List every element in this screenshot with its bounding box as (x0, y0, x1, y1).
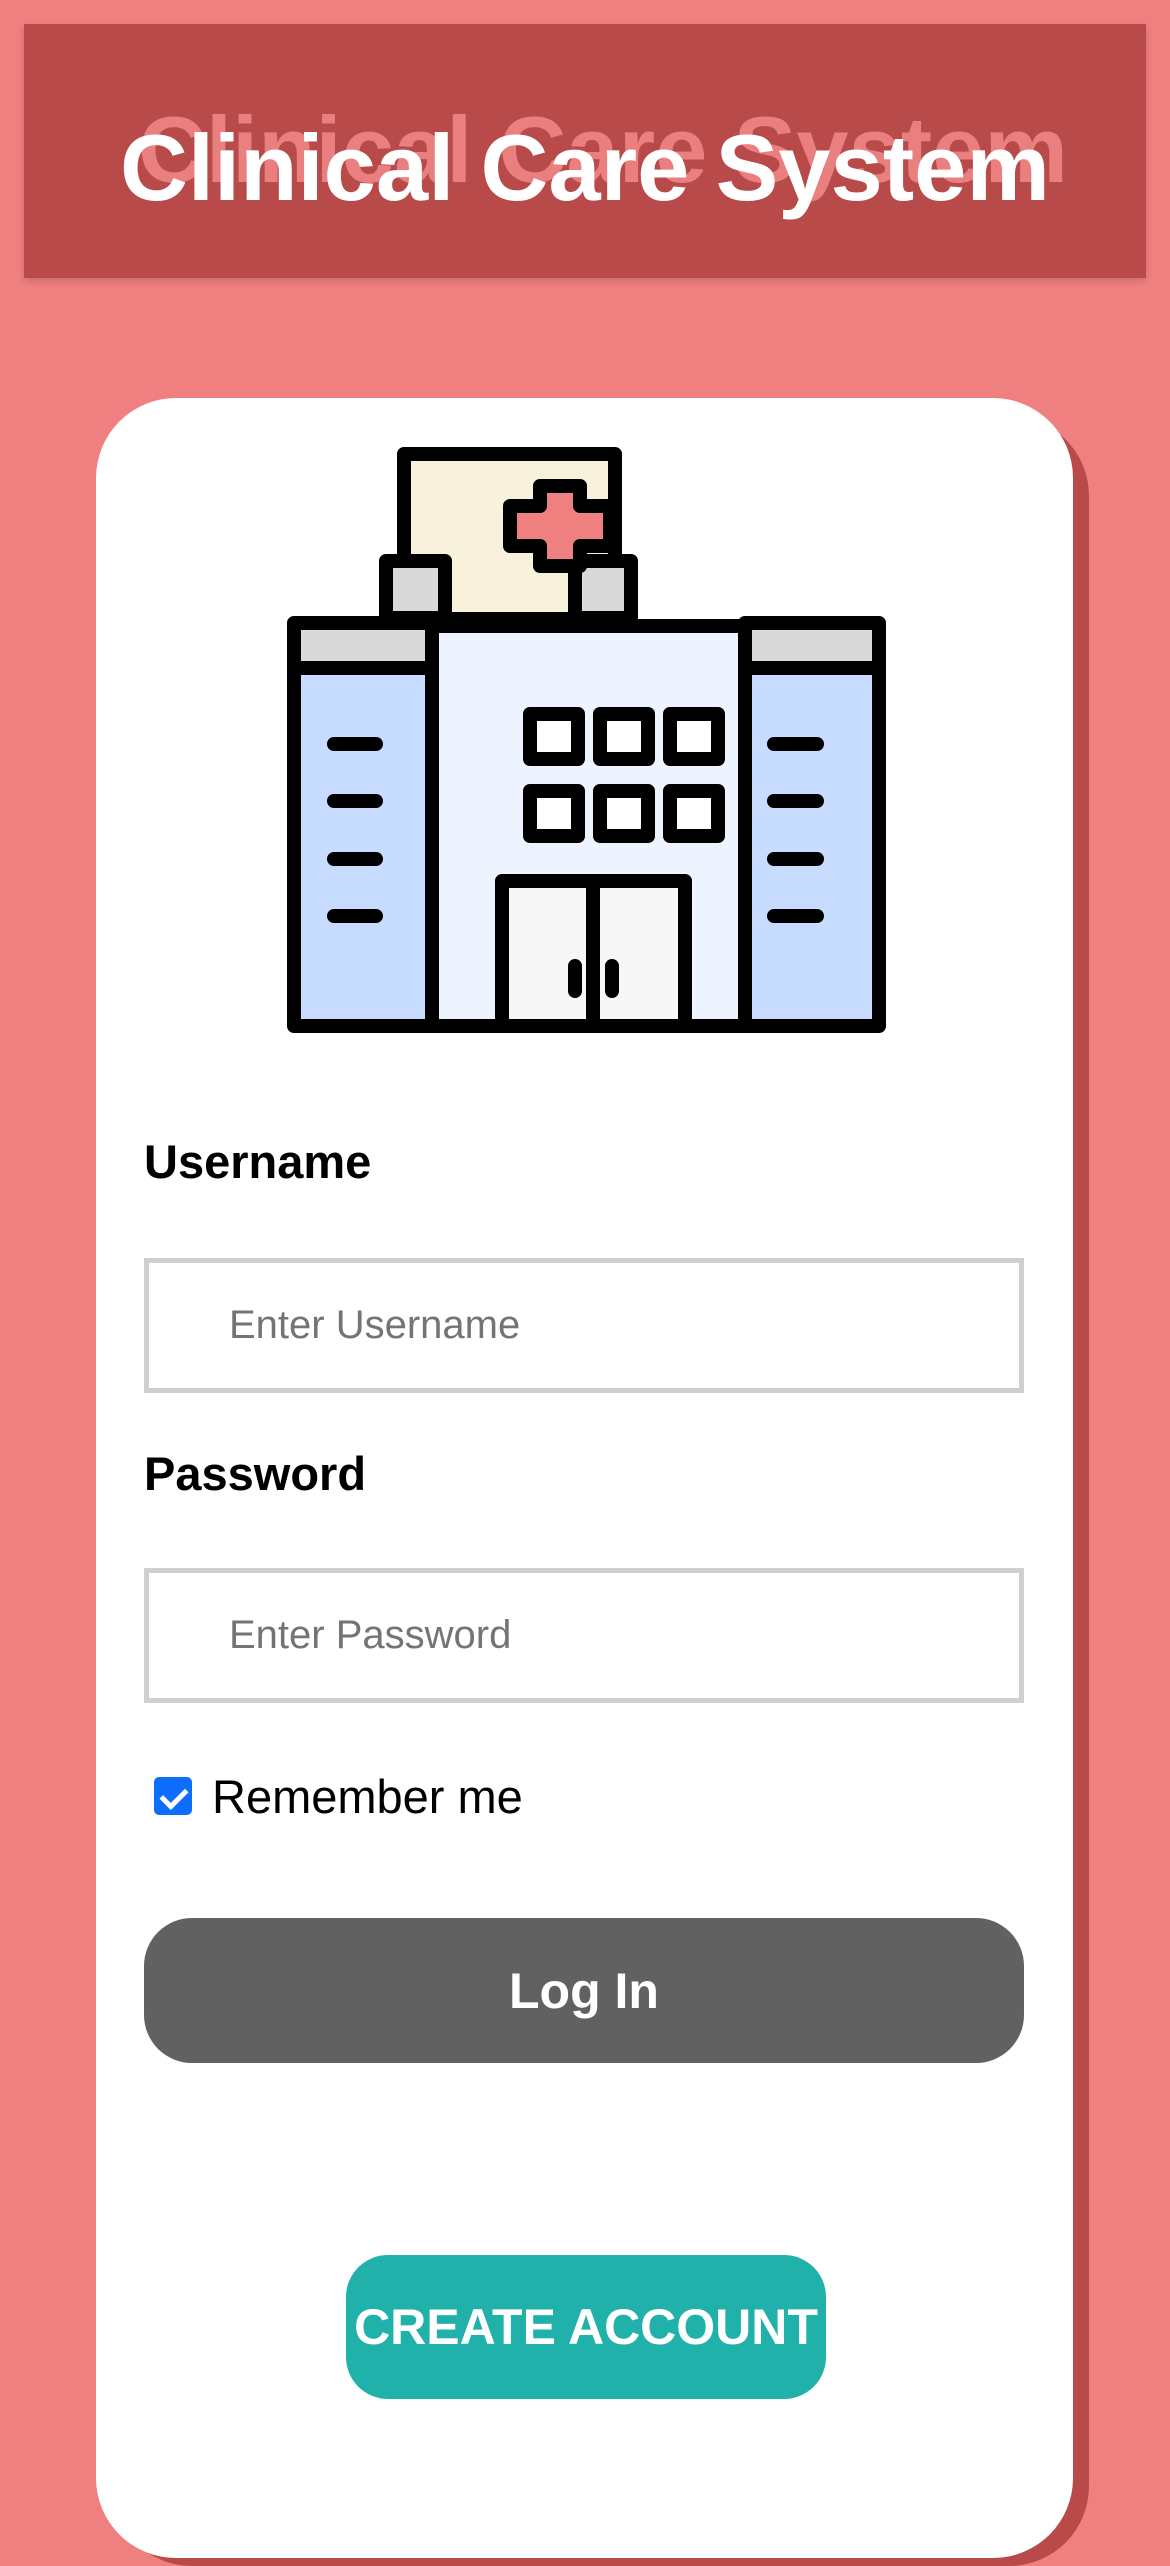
page-header: Clinical Care System Clinical Care Syste… (24, 24, 1146, 278)
login-card: Username Password Remember me Log In CRE… (96, 398, 1073, 2558)
create-account-button[interactable]: CREATE ACCOUNT (346, 2255, 826, 2399)
title-wrap: Clinical Care System Clinical Care Syste… (24, 24, 1146, 278)
username-label: Username (144, 1135, 372, 1188)
remember-me-row[interactable]: Remember me (154, 1766, 523, 1826)
password-input[interactable] (144, 1568, 1024, 1703)
remember-me-label: Remember me (212, 1769, 523, 1823)
remember-me-checkbox[interactable] (154, 1777, 192, 1815)
page-title: Clinical Care System (120, 115, 1050, 220)
hospital-icon (287, 447, 886, 1033)
password-label: Password (144, 1447, 367, 1500)
login-button[interactable]: Log In (144, 1918, 1024, 2063)
username-input[interactable] (144, 1258, 1024, 1393)
